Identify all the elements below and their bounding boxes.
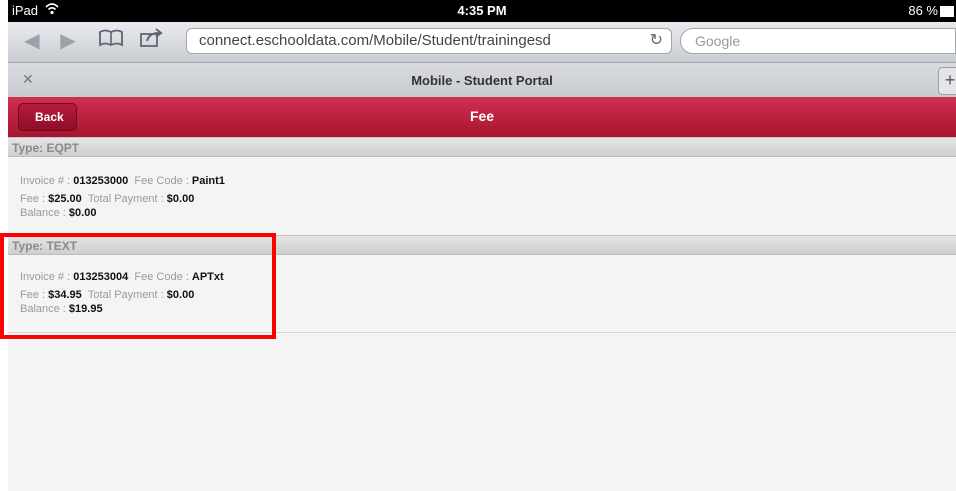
invoice-value: 013253000	[73, 175, 129, 187]
page-header: Back Fee	[8, 97, 956, 138]
reload-icon[interactable]: ↻	[650, 29, 663, 53]
bookmarks-icon[interactable]	[96, 28, 126, 54]
battery-percent: 86 %	[908, 3, 938, 18]
invoice-label: Invoice # :	[20, 175, 74, 187]
total-payment-value: $0.00	[166, 193, 195, 205]
balance-value: $0.00	[68, 207, 97, 219]
status-bar: iPad 4:35 PM 86 %	[8, 0, 956, 22]
invoice-line: Invoice # : 013253000 Fee Code : Paint1	[20, 172, 225, 190]
browser-toolbar: ◀ ▶ connect.eschooldata.com/Mobile/Stude…	[8, 22, 956, 63]
share-icon[interactable]	[136, 28, 166, 54]
page-title: Fee	[469, 108, 495, 124]
search-placeholder: Google	[695, 33, 741, 49]
balance-label: Balance :	[20, 207, 69, 219]
url-field[interactable]: connect.eschooldata.com/Mobile/Student/t…	[186, 28, 672, 54]
url-text: connect.eschooldata.com/Mobile/Student/t…	[199, 32, 551, 49]
highlight-box	[0, 233, 276, 339]
back-arrow-icon[interactable]: ◀	[20, 28, 44, 54]
search-field[interactable]: Google	[680, 28, 956, 54]
total-payment-label: Total Payment :	[87, 193, 167, 205]
fee-entry: Invoice # : 013253000 Fee Code : Paint1 …	[20, 172, 225, 222]
forward-arrow-icon[interactable]: ▶	[56, 28, 80, 54]
fee-code-label: Fee Code :	[134, 175, 192, 187]
new-tab-icon[interactable]: +	[938, 67, 956, 95]
fee-type-header: Type: EQPT	[8, 137, 956, 157]
clock: 4:35 PM	[457, 3, 507, 18]
tab-title[interactable]: Mobile - Student Portal	[8, 73, 956, 88]
tab-bar: ✕ Mobile - Student Portal +	[8, 63, 956, 98]
battery-icon	[940, 6, 954, 17]
fee-code-value: Paint1	[191, 175, 225, 187]
